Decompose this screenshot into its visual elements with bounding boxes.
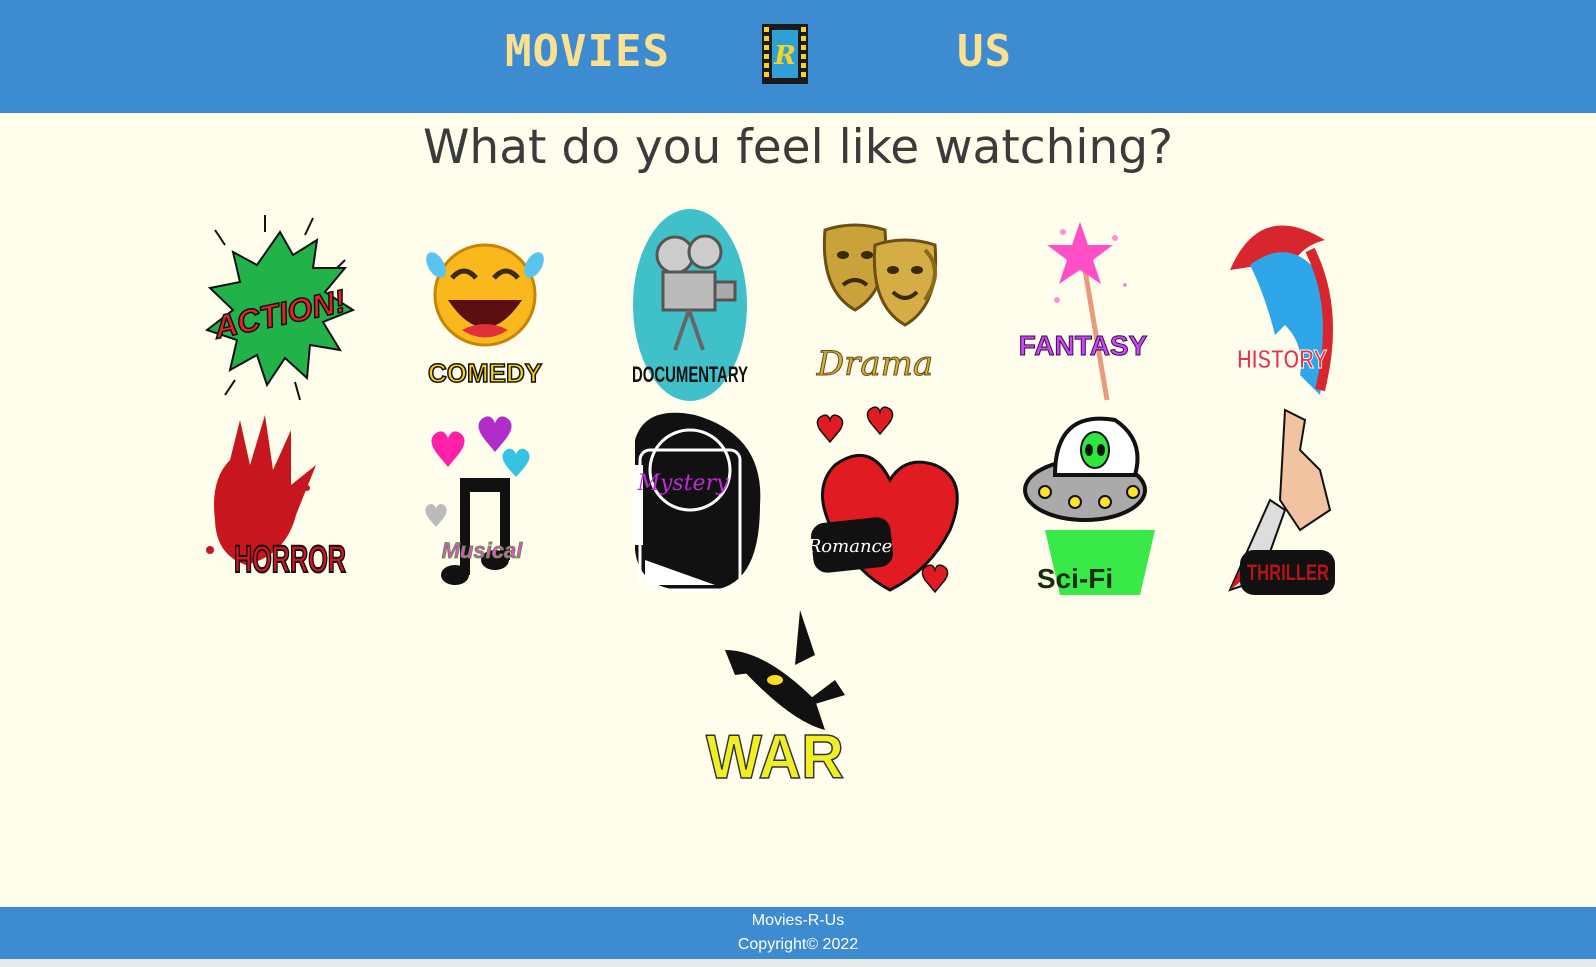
genre-history-button[interactable]: HISTORY: [1210, 210, 1380, 410]
genre-romance-button[interactable]: Romance: [807, 406, 980, 610]
genre-label: COMEDY: [428, 358, 542, 388]
genre-war-button[interactable]: WAR: [705, 610, 875, 810]
genre-label: Sci-Fi: [1037, 563, 1113, 594]
site-footer: Movies-R-Us Copyright© 2022: [0, 907, 1596, 959]
footer-site-name: Movies-R-Us: [751, 912, 845, 929]
action-burst-icon: ACTION!: [204, 215, 356, 401]
genre-scifi-button[interactable]: Sci-Fi: [1015, 410, 1185, 610]
footer-copyright: Copyright© 2022: [737, 936, 859, 953]
heart-icon: Romance: [807, 406, 959, 594]
brand-movies-link[interactable]: MOVIES: [505, 26, 670, 77]
bloody-hand-icon: HORROR: [206, 415, 347, 582]
brand-us-link[interactable]: US: [957, 26, 1012, 77]
genre-label: Drama: [816, 344, 933, 384]
knife-hand-icon: THRILLER: [1228, 408, 1335, 595]
genre-label: Romance: [807, 536, 893, 557]
genre-musical-button[interactable]: Musical: [400, 410, 570, 610]
genre-thriller-button[interactable]: THRILLER: [1210, 408, 1380, 610]
genre-label: DOCUMENTARY: [632, 362, 748, 387]
spartan-helmet-icon: HISTORY: [1230, 225, 1333, 395]
genre-label: Musical: [442, 538, 524, 563]
fighter-plane-icon: WAR: [705, 610, 845, 793]
genre-label: FANTASY: [1019, 330, 1148, 361]
page-heading: What do you feel like watching?: [422, 120, 1174, 175]
genre-label: HORROR: [234, 539, 346, 581]
theater-masks-icon: Drama: [815, 223, 938, 385]
genre-drama-button[interactable]: Drama: [805, 210, 975, 410]
film-strip-logo-icon[interactable]: R: [762, 24, 808, 84]
film-camera-icon: DOCUMENTARY: [632, 209, 748, 401]
genre-action-button[interactable]: ACTION!: [195, 210, 365, 410]
genre-label: THRILLER: [1247, 560, 1329, 585]
genre-comedy-button[interactable]: COMEDY: [400, 210, 570, 410]
laughing-face-icon: COMEDY: [426, 243, 544, 389]
genre-documentary-button[interactable]: DOCUMENTARY: [605, 209, 775, 410]
genre-label: Mystery: [636, 471, 729, 496]
magic-wand-icon: FANTASY: [1018, 222, 1148, 401]
genre-label: HISTORY: [1237, 344, 1327, 374]
genre-horror-button[interactable]: HORROR: [195, 410, 365, 610]
music-note-icon: Musical: [425, 416, 530, 585]
bottom-strip: [0, 959, 1596, 967]
mystery-silhouette-icon: Mystery: [633, 412, 761, 592]
logo-letter: R: [773, 41, 796, 71]
ufo-alien-icon: Sci-Fi: [1023, 416, 1155, 595]
genre-label: WAR: [706, 723, 844, 792]
site-header: MOVIES R US: [0, 0, 1596, 113]
genre-fantasy-button[interactable]: FANTASY: [1015, 210, 1185, 410]
genre-mystery-button[interactable]: Mystery: [615, 410, 785, 610]
